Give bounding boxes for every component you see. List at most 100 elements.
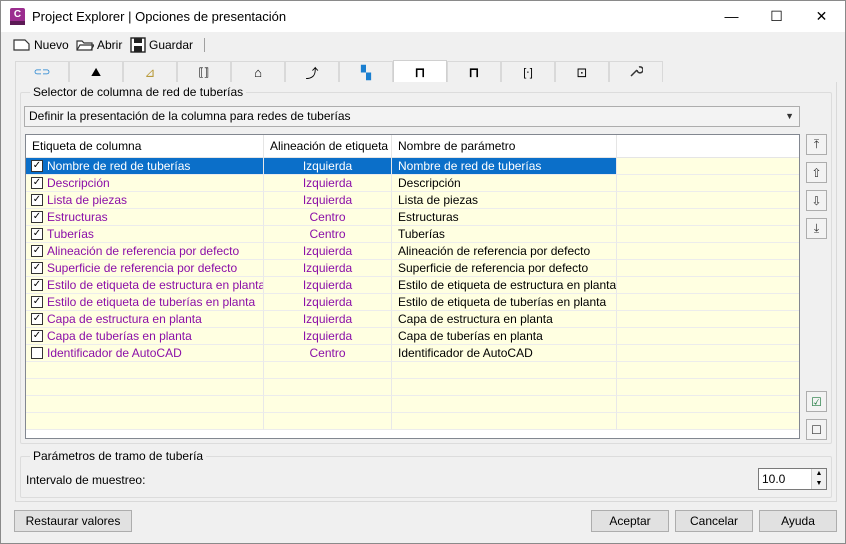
filler-cell [617,294,799,311]
tab-alignment[interactable]: ⊂⊃ [15,61,69,83]
tab-profile[interactable]: ⛰ [69,61,123,83]
table-row[interactable]: ✓ Capa de estructura en planta Izquierda Ca… [26,311,799,328]
column-label-cell[interactable]: ✓ Descripción [26,175,264,192]
column-label-cell[interactable]: ✓ Estructuras [26,209,264,226]
checkbox-checked[interactable]: ✓ [31,262,43,274]
filler-cell [617,328,799,345]
grid-body: ✓ Nombre de red de tuberías Izquierda Nombr… [26,158,799,438]
alignment-cell[interactable]: Izquierda [264,158,392,175]
column-label-text: Alineación de referencia por defecto [47,244,240,258]
table-row[interactable]: ✓ Nombre de red de tuberías Izquierda Nombr… [26,158,799,175]
alignment-cell[interactable]: Izquierda [264,277,392,294]
table-row[interactable]: ✓ Alineación de referencia por defecto Izq… [26,243,799,260]
column-label-cell[interactable]: ✓ Tuberías [26,226,264,243]
alignment-cell[interactable]: Izquierda [264,294,392,311]
tab-surface[interactable]: ⌂ [231,61,285,83]
table-row[interactable]: ✓ Superficie de referencia por defecto Izq… [26,260,799,277]
tab-settings[interactable] [609,61,663,83]
header-column-label[interactable]: Etiqueta de columna [26,135,264,158]
presentation-dropdown[interactable]: Definir la presentación de la columna pa… [24,106,800,127]
tab-pipe-run[interactable]: ⊓ [393,60,447,84]
column-label-cell[interactable]: Identificador de AutoCAD [26,345,264,362]
move-bottom-button[interactable]: ⤓ [806,218,827,239]
save-disk-icon [130,37,146,53]
save-label: Guardar [149,38,194,52]
minimize-button[interactable]: — [709,1,754,31]
move-up-button[interactable]: ⇧ [806,162,827,183]
table-row[interactable]: ✓ Capa de tuberías en planta Izquierda Capa… [26,328,799,345]
alignment-cell[interactable]: Izquierda [264,192,392,209]
checkbox-checked[interactable]: ✓ [31,194,43,206]
parameter-name-cell: Estilo de etiqueta de tuberías en planta [392,294,617,311]
spin-up-icon[interactable]: ▲ [812,469,826,479]
parameter-name-cell [392,413,617,430]
move-down-button[interactable]: ⇩ [806,190,827,211]
table-row[interactable]: ✓ Estilo de etiqueta de tuberías en plant… [26,294,799,311]
spin-down-icon[interactable]: ▼ [812,479,826,489]
header-label-alignment[interactable]: Alineación de etiqueta [264,135,392,158]
new-button[interactable]: Nuevo [13,36,69,54]
tab-corridor[interactable]: ⊿ [123,61,177,83]
tab-feature-line[interactable]: ⤴ [285,61,339,83]
alignment-cell[interactable]: Izquierda [264,311,392,328]
checkbox-checked[interactable]: ✓ [31,211,43,223]
checkbox-checked[interactable]: ✓ [31,330,43,342]
parameter-name-cell: Estructuras [392,209,617,226]
alignment-cell [264,396,392,413]
maximize-button[interactable]: ☐ [754,1,799,31]
filler-cell [617,175,799,192]
filler-cell [617,413,799,430]
tab-pipe-network[interactable]: ▚ [339,61,393,83]
move-bottom-icon: ⤓ [813,221,820,235]
alignment-cell[interactable]: Izquierda [264,243,392,260]
checkbox-checked[interactable]: ✓ [31,177,43,189]
checkbox-checked[interactable]: ✓ [31,313,43,325]
sampling-interval-value[interactable]: 10.0 [762,472,785,486]
checkbox-checked[interactable]: ✓ [31,160,43,172]
close-button[interactable]: ✕ [799,1,844,31]
accept-button[interactable]: Aceptar [591,510,669,532]
open-button[interactable]: Abrir [76,36,122,54]
tab-survey[interactable]: ⊡ [555,61,609,83]
table-row[interactable]: ✓ Estructuras Centro Estructuras [26,209,799,226]
checkbox-checked[interactable]: ✓ [31,279,43,291]
checkbox-unchecked[interactable] [31,347,43,359]
tab-section[interactable]: [⋅] [501,61,555,83]
help-button[interactable]: Ayuda [759,510,837,532]
table-row[interactable]: ✓ Tuberías Centro Tuberías [26,226,799,243]
column-label-cell [26,379,264,396]
tab-pressure-network[interactable]: ⊓ [447,61,501,83]
save-button[interactable]: Guardar [130,36,193,54]
sampling-interval-spinner[interactable]: 10.0 ▲ ▼ [758,468,827,490]
table-row[interactable]: ✓ Descripción Izquierda Descripción [26,175,799,192]
move-top-button[interactable]: ⤒ [806,134,827,155]
column-label-cell[interactable]: ✓ Nombre de red de tuberías [26,158,264,175]
column-label-cell[interactable]: ✓ Capa de tuberías en planta [26,328,264,345]
alignment-cell[interactable]: Centro [264,209,392,226]
alignment-cell[interactable]: Centro [264,226,392,243]
check-all-button[interactable]: ☑ [806,391,827,412]
alignment-cell[interactable]: Izquierda [264,175,392,192]
column-label-cell[interactable]: ✓ Alineación de referencia por defecto [26,243,264,260]
sampling-interval-label: Intervalo de muestreo: [26,473,146,487]
header-parameter-name[interactable]: Nombre de parámetro [392,135,617,158]
alignment-cell[interactable]: Izquierda [264,260,392,277]
cancel-button[interactable]: Cancelar [675,510,753,532]
checkbox-checked[interactable]: ✓ [31,245,43,257]
table-row[interactable]: ✓ Lista de piezas Izquierda Lista de piezas [26,192,799,209]
tab-assembly[interactable]: ⟦⟧ [177,61,231,83]
uncheck-all-button[interactable]: ☐ [806,419,827,440]
checkbox-checked[interactable]: ✓ [31,296,43,308]
table-row[interactable]: ✓ Estilo de etiqueta de estructura en pla… [26,277,799,294]
column-label-cell[interactable]: ✓ Estilo de etiqueta de estructura en pla… [26,277,264,294]
column-label-cell[interactable]: ✓ Capa de estructura en planta [26,311,264,328]
column-label-cell[interactable]: ✓ Lista de piezas [26,192,264,209]
column-label-cell[interactable]: ✓ Estilo de etiqueta de tuberías en plant… [26,294,264,311]
filler-cell [617,243,799,260]
alignment-cell[interactable]: Izquierda [264,328,392,345]
table-row[interactable]: Identificador de AutoCAD Centro Identifica… [26,345,799,362]
restore-values-button[interactable]: Restaurar valores [14,510,132,532]
column-label-cell[interactable]: ✓ Superficie de referencia por defecto [26,260,264,277]
alignment-cell[interactable]: Centro [264,345,392,362]
checkbox-checked[interactable]: ✓ [31,228,43,240]
